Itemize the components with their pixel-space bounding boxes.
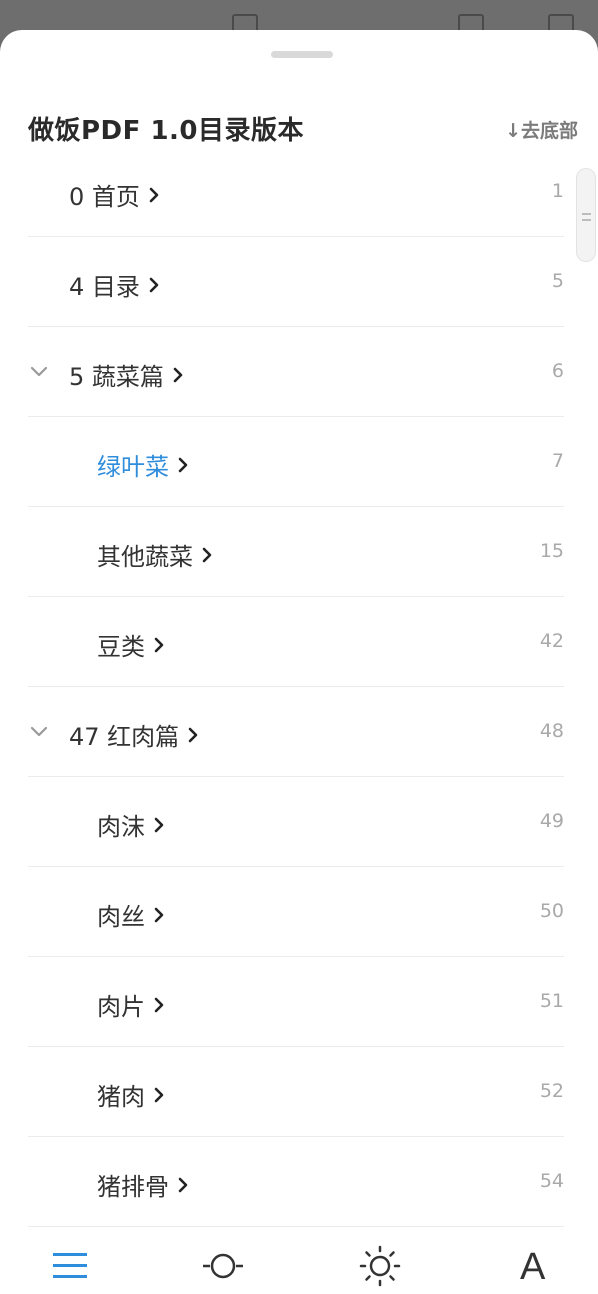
toc-item-title: 猪排骨 xyxy=(97,1173,169,1201)
chevron-right-icon xyxy=(149,187,159,202)
toc-item[interactable]: 绿叶菜 7 xyxy=(28,417,564,507)
toc-item-page-number: 49 xyxy=(539,810,564,832)
toc-item-label: 5 蔬菜篇 xyxy=(69,357,184,392)
toc-item-page-number: 15 xyxy=(539,540,564,562)
brightness-tab[interactable] xyxy=(356,1244,404,1288)
toc-item-page-number: 42 xyxy=(539,630,564,652)
bookmark-icon xyxy=(232,14,258,30)
chevron-right-icon xyxy=(149,277,159,292)
toc-item-label: 47 红肉篇 xyxy=(69,717,199,752)
font-size-icon: A xyxy=(520,1246,546,1288)
chevron-right-icon xyxy=(178,457,188,472)
toc-item[interactable]: 5 蔬菜篇 6 xyxy=(28,327,564,417)
toc-item-page-number: 5 xyxy=(551,270,564,292)
toc-item-label: 肉丝 xyxy=(97,897,165,932)
toc-item-title: 绿叶菜 xyxy=(97,453,169,481)
chevron-right-icon xyxy=(173,367,183,382)
progress-slider-icon xyxy=(203,1253,243,1279)
toc-item[interactable]: 肉丝 50 xyxy=(28,867,564,957)
toc-item-page-number: 52 xyxy=(539,1080,564,1102)
toc-item-title: 肉片 xyxy=(97,993,145,1021)
fullscreen-icon xyxy=(548,14,574,30)
toc-item[interactable]: 0 首页 1 xyxy=(28,147,564,237)
toc-item-label: 0 首页 xyxy=(69,177,160,212)
toc-bottom-sheet: 做饭PDF 1.0目录版本 ↓去底部 0 首页 1 4 目录 5 5 蔬菜篇 6 绿叶菜 7 其… xyxy=(0,30,598,1294)
toc-item-title: 豆类 xyxy=(97,633,145,661)
toc-item-title: 肉丝 xyxy=(97,903,145,931)
toc-item[interactable]: 肉沫 49 xyxy=(28,777,564,867)
toc-item-page-number: 51 xyxy=(539,990,564,1012)
toc-item-label: 其他蔬菜 xyxy=(97,537,213,572)
list-icon xyxy=(53,1253,87,1278)
chevron-right-icon xyxy=(188,727,198,742)
toc-item-label: 豆类 xyxy=(97,627,165,662)
chevron-right-icon xyxy=(154,817,164,832)
toc-item-label: 绿叶菜 xyxy=(97,447,189,482)
note-icon xyxy=(458,14,484,30)
toc-item[interactable]: 豆类 42 xyxy=(28,597,564,687)
toc-list: 0 首页 1 4 目录 5 5 蔬菜篇 6 绿叶菜 7 其他蔬菜 15 豆类 42 47 红肉篇 48 肉沫… xyxy=(28,147,564,1227)
toc-item-label: 猪排骨 xyxy=(97,1167,189,1202)
toc-item-title: 0 首页 xyxy=(69,183,140,211)
toc-item[interactable]: 4 目录 5 xyxy=(28,237,564,327)
document-title: 做饭PDF 1.0目录版本 xyxy=(28,116,305,146)
toc-item-title: 47 红肉篇 xyxy=(69,723,180,751)
chevron-right-icon xyxy=(154,997,164,1012)
toc-item-label: 肉片 xyxy=(97,987,165,1022)
toc-item-title: 4 目录 xyxy=(69,273,140,301)
toc-item-page-number: 7 xyxy=(551,450,564,472)
toc-item-page-number: 54 xyxy=(539,1170,564,1192)
chevron-down-icon[interactable] xyxy=(28,720,50,742)
toc-item[interactable]: 猪排骨 54 xyxy=(28,1137,564,1227)
chevron-down-icon[interactable] xyxy=(28,360,50,382)
toc-item-page-number: 6 xyxy=(551,360,564,382)
toc-item-title: 其他蔬菜 xyxy=(97,543,193,571)
toc-item[interactable]: 肉片 51 xyxy=(28,957,564,1047)
brightness-icon xyxy=(359,1245,401,1287)
toc-item-page-number: 1 xyxy=(551,180,564,202)
chevron-right-icon xyxy=(154,637,164,652)
toc-item-page-number: 48 xyxy=(539,720,564,742)
toc-item[interactable]: 猪肉 52 xyxy=(28,1047,564,1137)
toc-item-label: 猪肉 xyxy=(97,1077,165,1112)
chevron-right-icon xyxy=(202,547,212,562)
chevron-right-icon xyxy=(154,907,164,922)
chevron-right-icon xyxy=(154,1087,164,1102)
toc-item-page-number: 50 xyxy=(539,900,564,922)
toc-tab[interactable] xyxy=(46,1244,94,1288)
reader-bottom-toolbar: A xyxy=(0,1232,598,1294)
progress-tab[interactable] xyxy=(199,1244,247,1288)
drag-handle[interactable] xyxy=(271,51,333,58)
toc-item[interactable]: 47 红肉篇 48 xyxy=(28,687,564,777)
toc-item-title: 5 蔬菜篇 xyxy=(69,363,164,391)
toc-item-label: 4 目录 xyxy=(69,267,160,302)
goto-bottom-button[interactable]: ↓去底部 xyxy=(505,116,578,143)
scrollbar-thumb[interactable] xyxy=(576,168,596,262)
toc-item[interactable]: 其他蔬菜 15 xyxy=(28,507,564,597)
toc-item-title: 猪肉 xyxy=(97,1083,145,1111)
toc-item-label: 肉沫 xyxy=(97,807,165,842)
font-settings-tab[interactable]: A xyxy=(512,1244,560,1288)
toc-item-title: 肉沫 xyxy=(97,813,145,841)
chevron-right-icon xyxy=(178,1177,188,1192)
